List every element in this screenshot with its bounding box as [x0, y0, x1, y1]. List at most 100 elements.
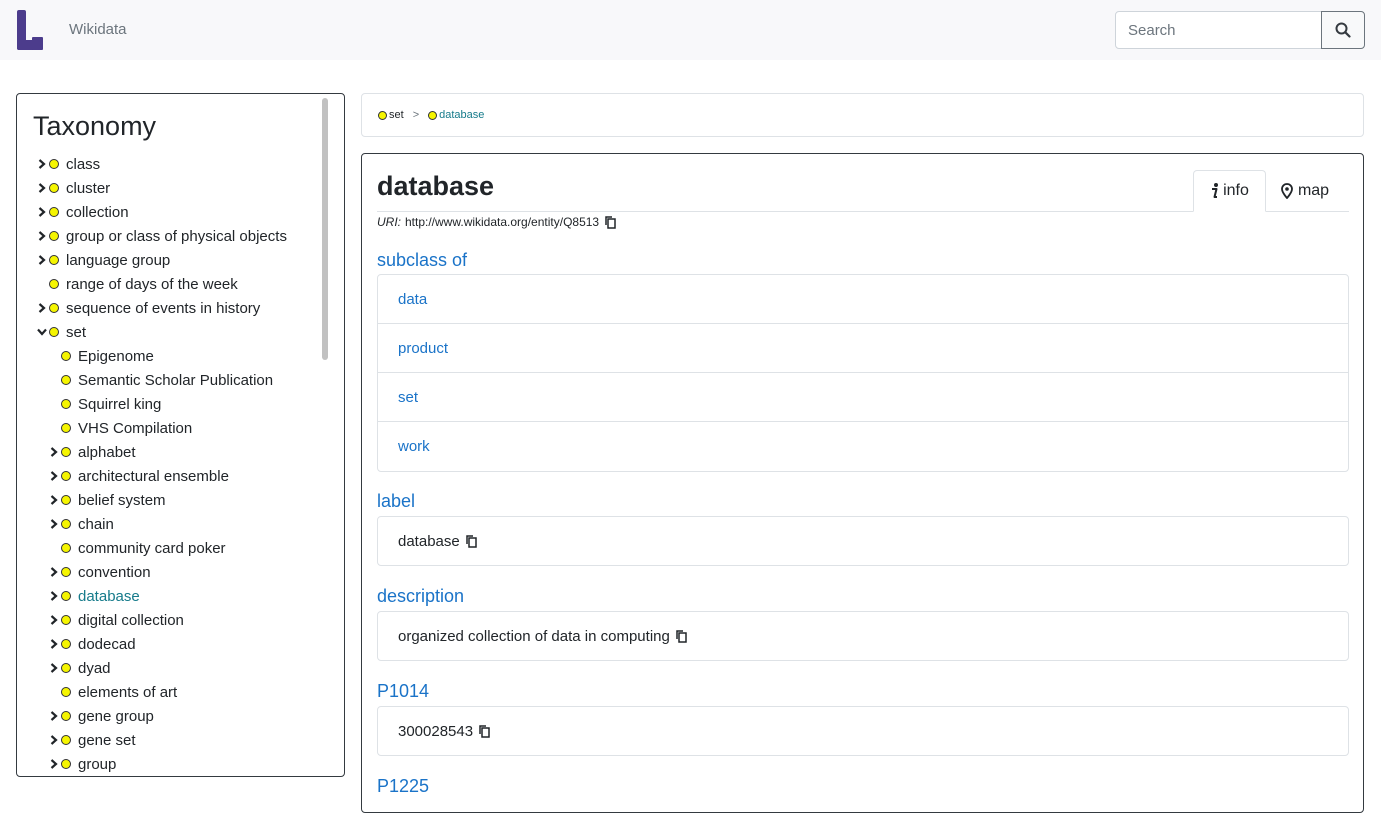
- expand-toggle[interactable]: [48, 638, 60, 650]
- tree-item[interactable]: belief system: [17, 488, 317, 512]
- copy-description-button[interactable]: [676, 629, 687, 643]
- tree-item-label[interactable]: group: [78, 756, 116, 773]
- tab-info[interactable]: info: [1193, 170, 1266, 212]
- tree-item-label[interactable]: gene set: [78, 732, 136, 749]
- tree-item-label[interactable]: dodecad: [78, 636, 136, 653]
- expand-toggle[interactable]: [36, 182, 48, 194]
- tree-item[interactable]: convention: [17, 560, 317, 584]
- tree-item-label[interactable]: Squirrel king: [78, 396, 161, 413]
- tree-item-label[interactable]: class: [66, 156, 100, 173]
- expand-toggle[interactable]: [36, 302, 48, 314]
- expand-toggle[interactable]: [48, 710, 60, 722]
- tree-item-label[interactable]: set: [66, 324, 86, 341]
- expand-toggle[interactable]: [48, 470, 60, 482]
- tree-item[interactable]: set: [17, 320, 317, 344]
- tree-item-label[interactable]: collection: [66, 204, 129, 221]
- expand-toggle[interactable]: [48, 590, 60, 602]
- copy-label-button[interactable]: [465, 534, 477, 548]
- collapse-toggle[interactable]: [36, 326, 48, 338]
- tree-item-label[interactable]: chain: [78, 516, 114, 533]
- class-dot-icon: [61, 735, 71, 745]
- tree-item[interactable]: sequence of events in history: [17, 296, 317, 320]
- tree-item[interactable]: collection: [17, 200, 317, 224]
- tree-item-label[interactable]: cluster: [66, 180, 110, 197]
- tree-item-label[interactable]: Epigenome: [78, 348, 154, 365]
- breadcrumb-item-set[interactable]: set: [378, 109, 404, 121]
- tree-item-label[interactable]: convention: [78, 564, 151, 581]
- breadcrumb-item-database[interactable]: database: [428, 109, 484, 121]
- tree-item[interactable]: language group: [17, 248, 317, 272]
- tree-item[interactable]: dodecad: [17, 632, 317, 656]
- expand-toggle[interactable]: [48, 662, 60, 674]
- copy-p1014-button[interactable]: [479, 724, 490, 738]
- tree-item-label[interactable]: VHS Compilation: [78, 420, 192, 437]
- tree-item[interactable]: digital collection: [17, 608, 317, 632]
- tree-item-label[interactable]: architectural ensemble: [78, 468, 229, 485]
- tree-item[interactable]: range of days of the week: [17, 272, 317, 296]
- brand-link[interactable]: Wikidata: [69, 21, 127, 38]
- subclass-link-work[interactable]: work: [398, 438, 430, 455]
- expand-toggle[interactable]: [36, 158, 48, 170]
- p1225-heading[interactable]: P1225: [377, 776, 429, 797]
- tree-item[interactable]: Epigenome: [17, 344, 317, 368]
- subclass-link-data[interactable]: data: [398, 291, 427, 308]
- expand-toggle[interactable]: [36, 254, 48, 266]
- tree-item-label[interactable]: Semantic Scholar Publication: [78, 372, 273, 389]
- subclass-of-heading[interactable]: subclass of: [377, 250, 467, 271]
- expand-toggle[interactable]: [48, 566, 60, 578]
- expand-toggle[interactable]: [48, 734, 60, 746]
- subclass-link-set[interactable]: set: [398, 389, 418, 406]
- tree-item-label[interactable]: digital collection: [78, 612, 184, 629]
- tree-item-label[interactable]: gene group: [78, 708, 154, 725]
- tree-item-label[interactable]: range of days of the week: [66, 276, 238, 293]
- taxonomy-tree: class cluster collection group or class of …: [17, 152, 317, 776]
- tree-item[interactable]: Semantic Scholar Publication: [17, 368, 317, 392]
- tree-item-label[interactable]: belief system: [78, 492, 166, 509]
- tree-item-label[interactable]: elements of art: [78, 684, 177, 701]
- expand-toggle[interactable]: [48, 614, 60, 626]
- sidebar-scrollbar[interactable]: [322, 98, 328, 360]
- copy-uri-button[interactable]: [605, 215, 616, 229]
- tree-item-label[interactable]: group or class of physical objects: [66, 228, 287, 245]
- search-input[interactable]: [1115, 11, 1323, 49]
- label-heading[interactable]: label: [377, 491, 415, 512]
- tree-item[interactable]: cluster: [17, 176, 317, 200]
- p1014-heading[interactable]: P1014: [377, 681, 429, 702]
- chevron-right-icon: [38, 207, 46, 217]
- entity-uri: URI: http://www.wikidata.org/entity/Q851…: [377, 215, 616, 229]
- subclass-link-product[interactable]: product: [398, 340, 448, 357]
- tree-item[interactable]: group or class of physical objects: [17, 224, 317, 248]
- expand-toggle[interactable]: [48, 446, 60, 458]
- wikidata-logo-icon[interactable]: [17, 10, 43, 50]
- tree-item-label[interactable]: database: [78, 588, 140, 605]
- expand-toggle[interactable]: [36, 230, 48, 242]
- tree-item[interactable]: community card poker: [17, 536, 317, 560]
- expand-toggle[interactable]: [36, 206, 48, 218]
- tree-item[interactable]: dyad: [17, 656, 317, 680]
- tree-item[interactable]: gene group: [17, 704, 317, 728]
- tree-item[interactable]: class: [17, 152, 317, 176]
- tree-item[interactable]: VHS Compilation: [17, 416, 317, 440]
- list-item: work: [378, 422, 1348, 471]
- expand-toggle[interactable]: [48, 758, 60, 770]
- tree-item[interactable]: group: [17, 752, 317, 776]
- chevron-right-icon: [50, 447, 58, 457]
- search-button[interactable]: [1321, 11, 1365, 49]
- description-heading[interactable]: description: [377, 586, 464, 607]
- tree-item[interactable]: architectural ensemble: [17, 464, 317, 488]
- tree-item-label[interactable]: community card poker: [78, 540, 226, 557]
- expand-toggle[interactable]: [48, 494, 60, 506]
- tab-map[interactable]: map: [1267, 170, 1343, 212]
- class-dot-icon: [378, 110, 387, 120]
- tree-item-label[interactable]: alphabet: [78, 444, 136, 461]
- tree-item[interactable]: chain: [17, 512, 317, 536]
- tree-item[interactable]: Squirrel king: [17, 392, 317, 416]
- tree-item-label[interactable]: language group: [66, 252, 170, 269]
- tree-item[interactable]: gene set: [17, 728, 317, 752]
- tree-item-label[interactable]: sequence of events in history: [66, 300, 260, 317]
- tree-item-label[interactable]: dyad: [78, 660, 111, 677]
- tree-item[interactable]: alphabet: [17, 440, 317, 464]
- tree-item[interactable]: database: [17, 584, 317, 608]
- expand-toggle[interactable]: [48, 518, 60, 530]
- tree-item[interactable]: elements of art: [17, 680, 317, 704]
